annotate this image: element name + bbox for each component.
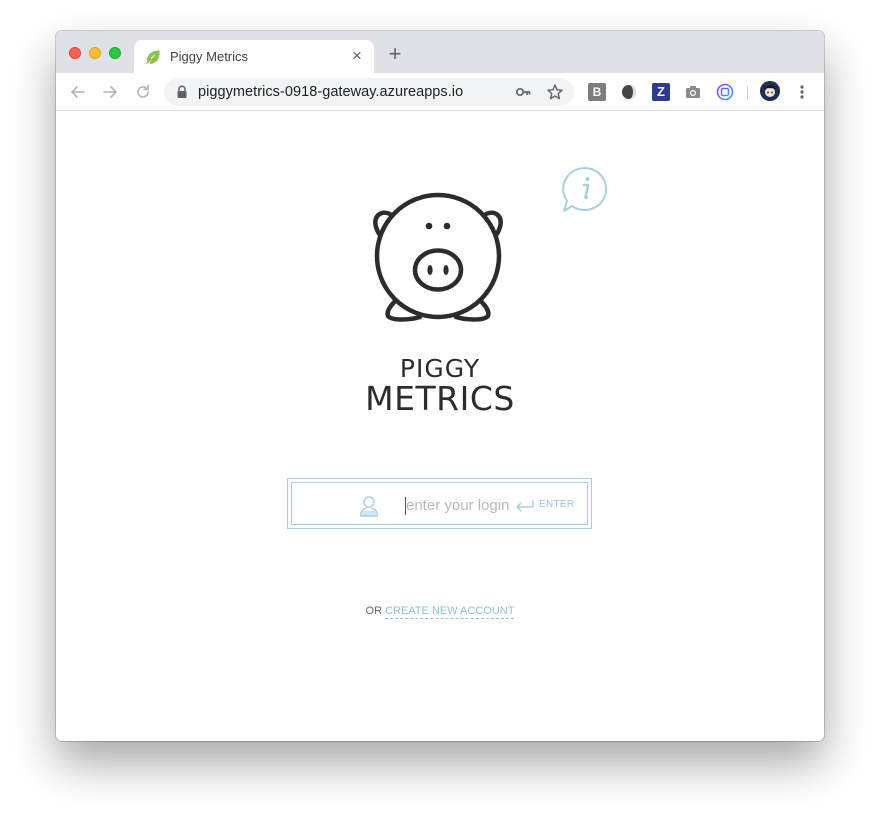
enter-button[interactable]: ENTER <box>539 499 574 510</box>
piggy-logo-icon <box>373 192 503 322</box>
logo-wordmark-bottom: METRICS <box>365 379 515 418</box>
toolbar-divider <box>747 86 748 100</box>
maximize-window-button[interactable] <box>109 47 121 59</box>
page-content: PIGGY METRICS ENTER OR CREATE NEW AC <box>56 111 824 741</box>
login-box: ENTER <box>287 478 592 529</box>
tab-title: Piggy Metrics <box>170 49 249 64</box>
arrow-left-icon[interactable] <box>68 82 88 102</box>
enter-arrow-icon[interactable] <box>515 500 535 512</box>
user-icon <box>359 496 379 517</box>
arrow-right-icon[interactable] <box>100 82 120 102</box>
lock-icon <box>177 85 187 98</box>
z-extension-icon[interactable]: Z <box>652 83 670 101</box>
address-bar[interactable]: piggymetrics-0918-gateway.azureapps.io <box>164 78 574 106</box>
info-bubble-icon[interactable] <box>560 165 610 215</box>
login-box-inner: ENTER <box>291 482 588 525</box>
close-window-button[interactable] <box>69 47 81 59</box>
tab-piggy-metrics[interactable]: Piggy Metrics × <box>134 40 374 73</box>
minimize-window-button[interactable] <box>89 47 101 59</box>
camera-extension-icon[interactable] <box>684 83 702 101</box>
browser-window: Piggy Metrics × + piggymetrics-0918-gate… <box>56 31 824 741</box>
login-input[interactable] <box>406 494 516 516</box>
circle-extension-icon[interactable] <box>620 83 638 101</box>
browser-toolbar: piggymetrics-0918-gateway.azureapps.io B… <box>56 73 824 111</box>
spring-leaf-icon <box>146 50 160 64</box>
or-label: OR <box>365 605 383 617</box>
reload-icon[interactable] <box>133 82 153 102</box>
tab-close-icon[interactable]: × <box>349 47 365 64</box>
tab-strip: Piggy Metrics × + <box>56 31 824 73</box>
signup-row: OR CREATE NEW ACCOUNT <box>56 605 824 619</box>
create-account-link[interactable]: CREATE NEW ACCOUNT <box>385 605 515 619</box>
more-vertical-icon[interactable] <box>794 83 810 101</box>
profile-avatar[interactable] <box>760 81 780 101</box>
key-icon[interactable] <box>514 83 532 101</box>
star-icon[interactable] <box>546 83 564 101</box>
url-text: piggymetrics-0918-gateway.azureapps.io <box>198 84 464 100</box>
target-extension-icon[interactable] <box>716 83 734 101</box>
b-extension-icon[interactable]: B <box>588 83 606 101</box>
avatar-icon <box>760 81 780 101</box>
new-tab-button[interactable]: + <box>386 43 404 65</box>
